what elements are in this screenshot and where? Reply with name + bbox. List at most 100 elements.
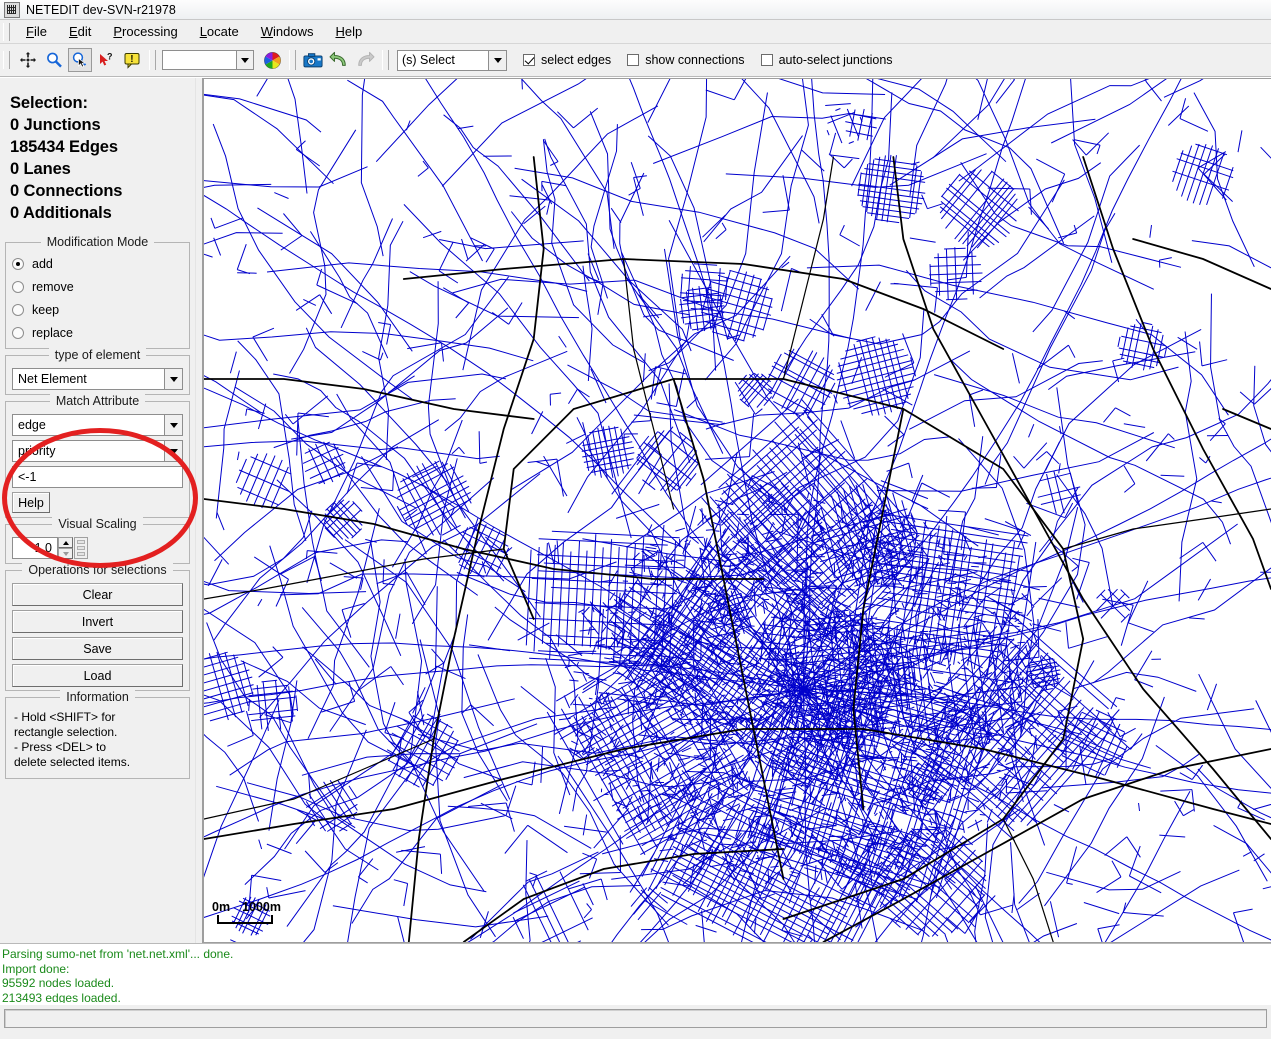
menubar: File Edit Processing Locate Windows Help: [0, 20, 1271, 44]
menu-help[interactable]: Help: [324, 21, 373, 42]
group-modification-mode: Modification Mode add remove keep replac…: [5, 242, 190, 349]
toolbar-separator-3: [382, 50, 389, 70]
group-type-of-element-title: type of element: [6, 348, 189, 362]
match-expression-value: <-1: [18, 470, 36, 484]
menu-file[interactable]: File: [15, 21, 58, 42]
selection-count-edges: 185434 Edges: [10, 136, 195, 158]
road-network-map[interactable]: [204, 79, 1271, 942]
menu-edit[interactable]: Edit: [58, 21, 102, 42]
clear-button[interactable]: Clear: [12, 583, 183, 606]
window-title: NETEDIT dev-SVN-r21978: [26, 3, 176, 17]
edit-mode-value: (s) Select: [402, 53, 455, 67]
group-match-attribute: Match Attribute edge priority <-1 Help: [5, 401, 190, 518]
group-visual-scaling-title: Visual Scaling: [6, 517, 189, 531]
checkbox-auto-select-junctions-box[interactable]: [761, 54, 773, 66]
sidebar-splitter[interactable]: [195, 78, 203, 943]
color-scheme-icon[interactable]: [260, 48, 284, 72]
radio-add[interactable]: add: [12, 252, 183, 275]
visual-scaling-slider[interactable]: [74, 537, 88, 559]
checkbox-select-edges-box[interactable]: [523, 54, 535, 66]
checkbox-select-edges-label: select edges: [541, 53, 611, 67]
type-of-element-value: Net Element: [18, 372, 87, 386]
visual-scaling-stepper[interactable]: [58, 537, 73, 559]
type-of-element-select[interactable]: Net Element: [12, 368, 183, 390]
menu-windows[interactable]: Windows: [250, 21, 325, 42]
radio-remove-label: remove: [32, 280, 74, 294]
match-expression-input[interactable]: <-1: [12, 466, 183, 488]
toolbar-separator-2: [289, 50, 296, 70]
information-text: - Hold <SHIFT> for rectangle selection. …: [12, 710, 183, 770]
menu-file-label-rest: ile: [34, 24, 47, 39]
network-canvas[interactable]: 0m 1000m: [203, 78, 1271, 943]
help-cursor-icon[interactable]: ?: [94, 48, 118, 72]
selection-summary-title: Selection:: [10, 92, 195, 114]
radio-keep-label: keep: [32, 303, 59, 317]
statusbar: [0, 1005, 1271, 1039]
stepper-down-icon[interactable]: [58, 548, 73, 559]
radio-remove[interactable]: remove: [12, 275, 183, 298]
checkbox-auto-select-junctions-label: auto-select junctions: [779, 53, 893, 67]
selection-count-lanes: 0 Lanes: [10, 158, 195, 180]
screenshot-camera-icon[interactable]: [301, 48, 325, 72]
radio-keep-dot[interactable]: [12, 304, 24, 316]
chevron-down-icon[interactable]: [164, 415, 182, 435]
radio-add-dot[interactable]: [12, 258, 24, 270]
checkbox-show-connections-label: show connections: [645, 53, 744, 67]
visual-scaling-value: 1.0: [35, 541, 52, 555]
recenter-view-icon[interactable]: [16, 48, 40, 72]
match-help-label: Help: [18, 496, 44, 510]
menu-edit-label-rest: dit: [78, 24, 92, 39]
zoom-select-icon[interactable]: [68, 48, 92, 72]
information-line-2: rectangle selection.: [14, 725, 183, 740]
radio-add-label: add: [32, 257, 53, 271]
status-message: [4, 1009, 1267, 1028]
chevron-down-icon[interactable]: [164, 369, 182, 389]
group-modification-mode-title: Modification Mode: [6, 235, 189, 249]
chevron-down-icon[interactable]: [488, 51, 506, 70]
match-help-button[interactable]: Help: [12, 492, 50, 513]
undo-arrow-icon[interactable]: [327, 48, 351, 72]
radio-replace-dot[interactable]: [12, 327, 24, 339]
log-line-3: 95592 nodes loaded.: [2, 976, 1271, 991]
radio-remove-dot[interactable]: [12, 281, 24, 293]
selection-sidebar: Selection: 0 Junctions 185434 Edges 0 La…: [0, 78, 195, 943]
visual-scaling-input[interactable]: 1.0: [12, 537, 58, 559]
location-combo[interactable]: [162, 50, 254, 70]
match-element-select[interactable]: edge: [12, 414, 183, 436]
chevron-down-icon[interactable]: [164, 441, 182, 461]
radio-replace[interactable]: replace: [12, 321, 183, 344]
checkbox-select-edges[interactable]: select edges: [523, 53, 611, 67]
tooltip-icon[interactable]: !: [120, 48, 144, 72]
svg-text:?: ?: [107, 52, 113, 62]
information-line-4: delete selected items.: [14, 755, 183, 770]
invert-button[interactable]: Invert: [12, 610, 183, 633]
checkbox-show-connections[interactable]: show connections: [627, 53, 744, 67]
information-line-3: - Press <DEL> to: [14, 740, 183, 755]
scalebar-start-label: 0m: [212, 900, 230, 914]
menu-locate[interactable]: Locate: [189, 21, 250, 42]
log-panel: Parsing sumo-net from 'net.net.xml'... d…: [0, 943, 1271, 1003]
edit-mode-select[interactable]: (s) Select: [397, 50, 507, 71]
redo-arrow-icon: [353, 48, 377, 72]
group-operations-title: Operations for selections: [6, 563, 189, 577]
checkbox-show-connections-box[interactable]: [627, 54, 639, 66]
checkbox-auto-select-junctions[interactable]: auto-select junctions: [761, 53, 893, 67]
save-button[interactable]: Save: [12, 637, 183, 660]
radio-keep[interactable]: keep: [12, 298, 183, 321]
scalebar-bracket: [217, 915, 273, 924]
match-element-value: edge: [18, 418, 46, 432]
log-line-1: Parsing sumo-net from 'net.net.xml'... d…: [2, 947, 1271, 962]
menubar-grip[interactable]: [3, 23, 10, 41]
match-attribute-select[interactable]: priority: [12, 440, 183, 462]
chevron-down-icon[interactable]: [236, 51, 253, 69]
menu-processing[interactable]: Processing: [102, 21, 188, 42]
toolbar-grip[interactable]: [3, 51, 10, 69]
invert-button-label: Invert: [82, 615, 113, 629]
window-titlebar: NETEDIT dev-SVN-r21978: [0, 0, 1271, 20]
stepper-up-icon[interactable]: [58, 537, 73, 548]
selection-count-additionals: 0 Additionals: [10, 202, 195, 224]
zoom-icon[interactable]: [42, 48, 66, 72]
information-line-1: - Hold <SHIFT> for: [14, 710, 183, 725]
selection-count-junctions: 0 Junctions: [10, 114, 195, 136]
load-button[interactable]: Load: [12, 664, 183, 687]
